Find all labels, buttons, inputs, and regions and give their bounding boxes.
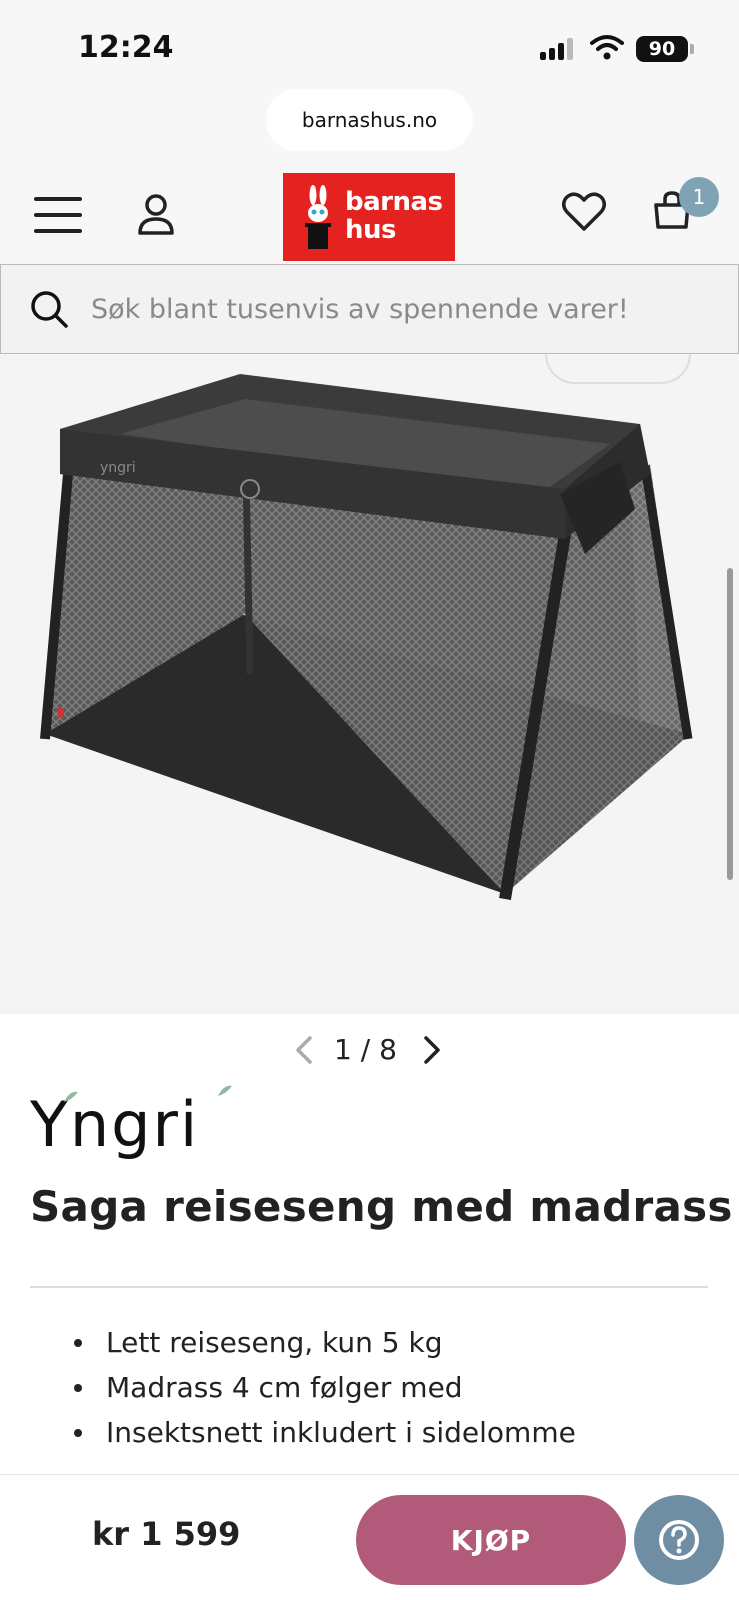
site-logo[interactable]: barnas hus	[283, 173, 455, 261]
product-title: Saga reiseseng med madrass	[30, 1182, 733, 1231]
help-button[interactable]	[634, 1495, 724, 1585]
brand-logo[interactable]: Yngri	[30, 1084, 240, 1164]
battery-indicator: 90	[636, 36, 688, 62]
bunny-logo-icon	[305, 185, 331, 249]
brand-name: Yngri	[30, 1088, 199, 1161]
search-bar[interactable]	[0, 264, 739, 354]
feature-list: Lett reiseseng, kun 5 kg Madrass 4 cm fø…	[74, 1320, 576, 1455]
heart-icon[interactable]	[561, 191, 607, 233]
wifi-icon	[590, 35, 624, 60]
feature-item: Madrass 4 cm følger med	[74, 1365, 576, 1410]
travel-cot-image[interactable]: yngri	[0, 354, 739, 1014]
logo-text: barnas hus	[345, 188, 443, 244]
logo-line2: hus	[345, 215, 396, 245]
question-icon	[659, 1520, 699, 1560]
chevron-left-icon[interactable]	[292, 1032, 316, 1068]
page-scrollbar[interactable]	[727, 568, 733, 880]
cart-count-badge[interactable]: 1	[679, 177, 719, 217]
user-icon[interactable]	[136, 193, 176, 235]
chevron-right-icon[interactable]	[420, 1032, 444, 1068]
logo-line1: barnas	[345, 187, 443, 217]
feature-item: Lett reiseseng, kun 5 kg	[74, 1320, 576, 1365]
gallery-total: 8	[379, 1033, 397, 1066]
divider	[30, 1286, 708, 1288]
battery-nub	[690, 44, 694, 54]
product-price: kr 1 599	[92, 1515, 241, 1553]
gallery-separator: /	[360, 1033, 371, 1066]
leaf-icon	[218, 1085, 232, 1096]
feature-item: Insektsnett inkludert i sidelomme	[74, 1410, 576, 1455]
site-header: barnas hus 1	[0, 165, 739, 265]
status-time: 12:24	[78, 30, 174, 65]
svg-text:yngri: yngri	[100, 460, 136, 476]
gallery-pager: 1 / 8	[0, 1032, 739, 1072]
search-input[interactable]	[91, 285, 721, 333]
product-info: 1 / 8 Yngri Saga reiseseng med madrass L…	[0, 1014, 739, 1474]
url-bar[interactable]: barnashus.no	[266, 89, 473, 151]
gallery-counter: 1 / 8	[334, 1032, 397, 1068]
gallery-current: 1	[334, 1033, 352, 1066]
menu-icon[interactable]	[34, 197, 82, 233]
purchase-bar: kr 1 599 KJØP	[0, 1474, 739, 1600]
status-bar: 12:24 90	[0, 0, 739, 90]
search-icon[interactable]	[29, 289, 69, 329]
buy-button[interactable]: KJØP	[356, 1495, 626, 1585]
product-image-gallery[interactable]: yngri	[0, 354, 739, 1014]
signal-icon	[540, 38, 576, 60]
